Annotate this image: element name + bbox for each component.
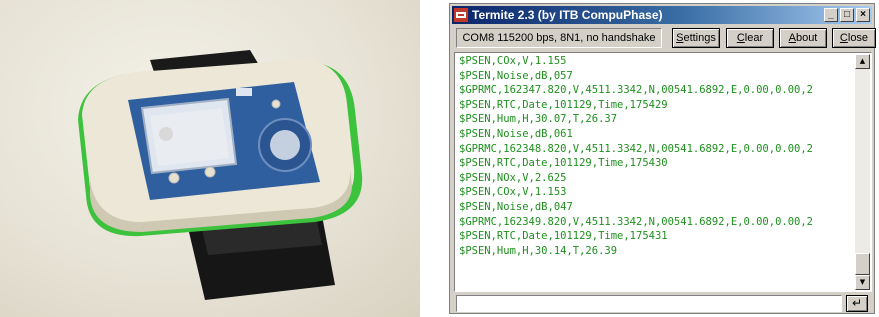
send-input[interactable] [456,295,842,312]
termite-window: Termite 2.3 (by ITB CompuPhase) _ □ × CO… [449,3,876,314]
output-line: $PSEN,RTC,Date,101129,Time,175429 [459,98,668,111]
about-label: bout [795,32,818,44]
scroll-up-arrow-icon[interactable]: ▲ [855,54,870,69]
scroll-thumb[interactable] [855,253,870,275]
output-line: $PSEN,Noise,dB,047 [459,200,573,213]
port-status: COM8 115200 bps, 8N1, no handshake [456,28,662,48]
device-button-center [270,130,300,160]
title-bar[interactable]: Termite 2.3 (by ITB CompuPhase) _ □ × [452,6,872,24]
device-photo [0,0,420,317]
settings-button[interactable]: Settings [672,28,720,48]
scroll-down-arrow-icon[interactable]: ▼ [855,275,870,290]
output-line: $PSEN,RTC,Date,101129,Time,175431 [459,230,668,243]
device-illustration [78,50,363,300]
output-lines: $PSEN,COx,V,1.155 $PSEN,Noise,dB,057 $GP… [459,54,853,258]
settings-label: ettings [683,32,716,44]
close-accel: C [839,32,848,44]
output-line: $PSEN,Hum,H,30.14,T,26.39 [459,244,618,257]
minimize-button[interactable]: _ [824,8,838,22]
close-button[interactable]: Close [832,28,876,48]
output-line: $GPRMC,162349.820,V,4511.3342,N,00541.68… [459,215,814,228]
output-line: $GPRMC,162347.820,V,4511.3342,N,00541.68… [459,84,814,97]
device-slot [236,88,252,96]
close-label: lose [847,32,869,44]
clear-button[interactable]: Clear [726,28,774,48]
output-line: $PSEN,Hum,H,30.07,T,26.37 [459,113,618,126]
output-line: $PSEN,COx,V,1.153 [459,186,567,199]
output-line: $GPRMC,162348.820,V,4511.3342,N,00541.68… [459,142,814,155]
maximize-button[interactable]: □ [840,8,854,22]
window-title: Termite 2.3 (by ITB CompuPhase) [472,8,663,22]
terminal-output[interactable]: $PSEN,COx,V,1.155 $PSEN,Noise,dB,057 $GP… [454,52,872,292]
toolbar: COM8 115200 bps, 8N1, no handshake Setti… [454,28,876,50]
clear-label: lear [744,32,764,44]
termite-app-icon [454,8,468,22]
about-button[interactable]: About [779,28,827,48]
output-line: $PSEN,RTC,Date,101129,Time,175430 [459,157,668,170]
vertical-scrollbar[interactable]: ▲ ▼ [855,54,870,290]
output-line: $PSEN,Noise,dB,061 [459,127,573,140]
input-row: ↵ [454,295,870,312]
output-line: $PSEN,COx,V,1.155 [459,55,567,67]
close-window-button[interactable]: × [856,8,870,22]
clear-accel: C [736,32,745,44]
about-accel: A [788,32,796,44]
output-line: $PSEN,Noise,dB,057 [459,69,573,82]
enter-icon[interactable]: ↵ [846,295,868,312]
output-line: $PSEN,NOx,V,2.625 [459,171,567,184]
